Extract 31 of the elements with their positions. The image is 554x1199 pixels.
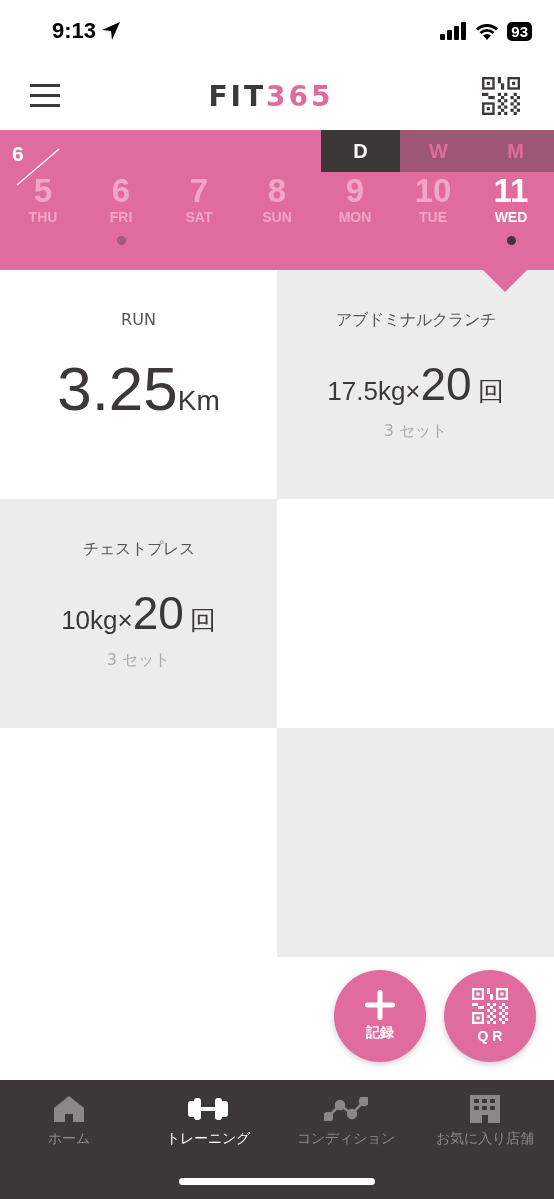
month-label: 6 (12, 142, 24, 166)
date-item[interactable]: 9 MON (319, 172, 391, 245)
nav-tab[interactable]: トレーニング (142, 1094, 273, 1148)
workout-title: RUN (121, 310, 156, 329)
date-item[interactable]: 5 THU (7, 172, 79, 245)
nav-tab[interactable]: お気に入り店舗 (419, 1094, 550, 1148)
app-logo: FIT365 (208, 79, 334, 113)
nav-tab[interactable]: コンディション (281, 1094, 412, 1148)
date-item[interactable]: 10 TUE (397, 172, 469, 245)
distance-value: 3.25Km (57, 353, 220, 424)
sets-count: 3 セット (106, 650, 171, 671)
view-mode-tab[interactable]: D (321, 130, 400, 172)
workout-card[interactable]: RUN 3.25Km (0, 270, 277, 499)
workout-title: チェストプレス (82, 539, 195, 560)
sets-count: 3 セット (383, 421, 448, 442)
view-mode-tab[interactable]: W (400, 130, 477, 172)
date-item[interactable]: 6 FRI (85, 172, 157, 245)
workout-card[interactable]: チェストプレス 10kg×20 回 3 セット (0, 499, 277, 728)
weight-reps-value: 10kg×20 回 (61, 586, 216, 640)
nav-tab[interactable]: ホーム (4, 1094, 135, 1148)
record-button[interactable]: 記録 (334, 970, 426, 1062)
date-item[interactable]: 11 WED (475, 172, 547, 245)
status-time: 9:13 (52, 18, 97, 44)
workout-title: アブドミナルクランチ (335, 310, 496, 331)
weight-reps-value: 17.5kg×20 回 (327, 357, 504, 411)
date-item[interactable]: 8 SUN (241, 172, 313, 245)
date-item[interactable]: 7 SAT (163, 172, 235, 245)
battery-indicator: 93 (507, 21, 532, 41)
workout-card[interactable]: アブドミナルクランチ 17.5kg×20 回 3 セット (277, 270, 554, 499)
qr-button[interactable]: Q R (444, 970, 536, 1062)
view-mode-tab[interactable]: M (477, 130, 554, 172)
